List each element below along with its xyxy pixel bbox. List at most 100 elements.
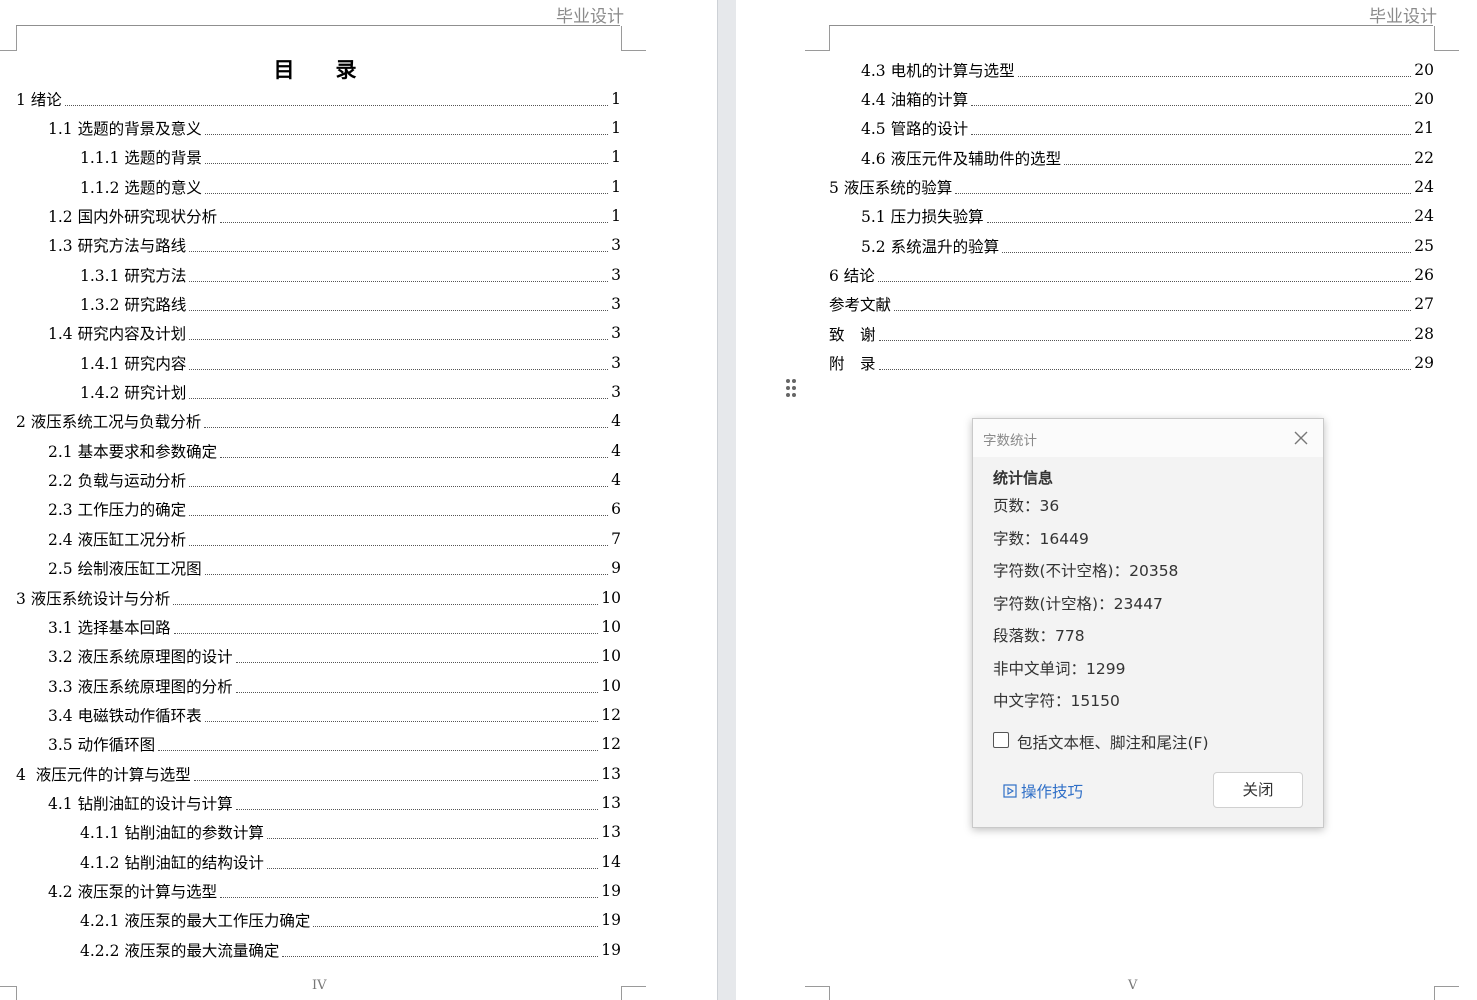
toc-entry-label: 2.4 液压缸工况分析 — [48, 530, 187, 549]
toc-leader-dots — [204, 708, 599, 722]
dialog-title: 字数统计 — [983, 433, 1037, 449]
toc-entry[interactable]: 3.4 电磁铁动作循环表 12 — [16, 700, 621, 729]
toc-entry-label: 1.3.1 研究方法 — [80, 266, 187, 285]
toc-entry-label: 2.1 基本要求和参数确定 — [48, 442, 218, 461]
toc-entry[interactable]: 1.4 研究内容及计划 3 — [16, 319, 621, 348]
include-textbox-footnote-label[interactable]: 包括文本框、脚注和尾注(F) — [1017, 731, 1209, 753]
toc-leader-dots — [1002, 239, 1412, 253]
toc-entry[interactable]: 3.5 动作循环图 12 — [16, 730, 621, 759]
toc-entry-label: 4.5 管路的设计 — [861, 120, 969, 139]
toc-entry[interactable]: 4 液压元件的计算与选型 13 — [16, 759, 621, 788]
toc-entry-label: 4.6 液压元件及辅助件的选型 — [861, 149, 1062, 168]
toc-entry[interactable]: 附 录 29 — [829, 348, 1434, 377]
toc-entry[interactable]: 1.3.1 研究方法 3 — [16, 260, 621, 289]
toc-entry[interactable]: 4.6 液压元件及辅助件的选型 22 — [829, 143, 1434, 172]
toc-entry[interactable]: 1.4.1 研究内容 3 — [16, 348, 621, 377]
toc-leader-dots — [220, 209, 609, 224]
toc-leader-dots — [204, 414, 609, 429]
toc-entry-page: 1 — [611, 177, 621, 196]
toc-entry-page: 28 — [1414, 324, 1434, 343]
toc-entry[interactable]: 3.2 液压系统原理图的设计 10 — [16, 642, 621, 671]
toc-entry[interactable]: 4.3 电机的计算与选型 20 — [829, 55, 1434, 84]
stat-label: 非中文单词： — [993, 659, 1087, 678]
toc-entry[interactable]: 2.4 液压缸工况分析 7 — [16, 524, 621, 553]
crop-mark-top-left — [0, 26, 17, 51]
toc-entry[interactable]: 3.3 液压系统原理图的分析 10 — [16, 671, 621, 700]
toc-entry[interactable]: 5 液压系统的验算 24 — [829, 172, 1434, 201]
toc-entry-label: 1.4.2 研究计划 — [80, 384, 187, 403]
crop-mark-top-right — [621, 26, 646, 51]
crop-mark-bottom-right — [1434, 986, 1459, 1000]
toc-leader-dots — [266, 855, 599, 869]
toc-entry[interactable]: 4.2.1 液压泵的最大工作压力确定 19 — [16, 906, 621, 935]
toc-entry-label: 参考文献 — [829, 296, 892, 315]
stat-label: 字符数(不计空格)： — [993, 562, 1130, 580]
toc-entry-label: 1.1.1 选题的背景 — [80, 149, 202, 168]
toc-entry[interactable]: 2.1 基本要求和参数确定 4 — [16, 436, 621, 465]
toc-entry[interactable]: 4.2.2 液压泵的最大流量确定 19 — [16, 935, 621, 964]
toc-entry[interactable]: 1.1.1 选题的背景 1 — [16, 143, 621, 172]
toc-entry-label: 5 液压系统的验算 — [829, 179, 953, 198]
toc-leader-dots — [971, 121, 1412, 136]
toc-entry-page: 3 — [611, 383, 621, 402]
header-rule — [829, 25, 1433, 26]
tips-link[interactable]: 操作技巧 — [1003, 780, 1083, 802]
toc-entry[interactable]: 1.1 选题的背景及意义 1 — [16, 113, 621, 142]
toc-entry[interactable]: 1.1.2 选题的意义 1 — [16, 172, 621, 201]
toc-leader-dots — [189, 356, 609, 370]
close-button[interactable]: 关闭 — [1213, 772, 1303, 808]
toc-entry-page: 1 — [611, 119, 621, 138]
toc-entry[interactable]: 1.4.2 研究计划 3 — [16, 377, 621, 406]
toc-leader-dots — [204, 150, 609, 165]
toc-entry[interactable]: 1.3 研究方法与路线 3 — [16, 231, 621, 260]
toc-entry[interactable]: 1.2 国内外研究现状分析 1 — [16, 201, 621, 230]
toc-leader-dots — [173, 591, 599, 605]
stat-value: 20358 — [1129, 562, 1179, 580]
close-icon[interactable] — [1291, 428, 1311, 448]
toc-entry[interactable]: 4.1.2 钻削油缸的结构设计 14 — [16, 847, 621, 876]
dialog-titlebar[interactable]: 字数统计 — [973, 419, 1323, 457]
toc-entry[interactable]: 4.1.1 钻削油缸的参数计算 13 — [16, 818, 621, 847]
toc-leader-dots — [204, 180, 609, 194]
stat-value: 1299 — [1086, 659, 1126, 678]
toc-entry[interactable]: 6 结论 26 — [829, 260, 1434, 289]
toc-entry[interactable]: 1 绪论 1 — [16, 84, 621, 113]
toc-entry-label: 1.2 国内外研究现状分析 — [48, 208, 218, 227]
toc-entry[interactable]: 4.1 钻削油缸的设计与计算 13 — [16, 788, 621, 817]
toc-entry[interactable]: 1.3.2 研究路线 3 — [16, 289, 621, 318]
stat-row: 字符数(计空格)：23447 — [993, 592, 1163, 614]
toc-entry[interactable]: 5.2 系统温升的验算 25 — [829, 231, 1434, 260]
toc-entry[interactable]: 4.5 管路的设计 21 — [829, 114, 1434, 143]
toc-entry-label: 1.3.2 研究路线 — [80, 296, 187, 315]
toc-entry[interactable]: 3 液压系统设计与分析 10 — [16, 583, 621, 612]
toc-entry-label: 2.5 绘制液压缸工况图 — [48, 560, 202, 579]
toc-entry[interactable]: 致 谢 28 — [829, 319, 1434, 348]
toc-entry[interactable]: 参考文献 27 — [829, 290, 1434, 319]
toc-entry-page: 20 — [1414, 60, 1434, 79]
toc-entry[interactable]: 2.5 绘制液压缸工况图 9 — [16, 554, 621, 583]
toc-entry[interactable]: 4.4 油箱的计算 20 — [829, 84, 1434, 113]
toc-entry-label: 4.4 油箱的计算 — [861, 91, 969, 110]
toc-entry-label: 4.1.2 钻削油缸的结构设计 — [80, 853, 264, 872]
toc-entry-label: 3.4 电磁铁动作循环表 — [48, 706, 202, 725]
toc-entry-page: 27 — [1414, 295, 1434, 314]
toc-entry[interactable]: 4.2 液压泵的计算与选型 19 — [16, 876, 621, 905]
stat-label: 段落数： — [993, 627, 1056, 645]
toc-entry[interactable]: 2.3 工作压力的确定 6 — [16, 495, 621, 524]
toc-entry-page: 9 — [611, 559, 621, 578]
toc-entry-page: 10 — [601, 647, 621, 666]
toc-entry[interactable]: 2.2 负载与运动分析 4 — [16, 465, 621, 494]
toc-entry-label: 3.1 选择基本回路 — [48, 618, 171, 637]
toc-leader-dots — [235, 649, 599, 664]
drag-handle-icon[interactable] — [784, 378, 798, 400]
toc-entry[interactable]: 3.1 选择基本回路 10 — [16, 612, 621, 641]
toc-entry[interactable]: 2 液压系统工况与负载分析 4 — [16, 407, 621, 436]
page-header-text: 毕业设计 — [1369, 7, 1437, 27]
toc-entry-page: 3 — [611, 353, 621, 372]
toc-entry-label: 3 液压系统设计与分析 — [16, 589, 171, 608]
include-textbox-footnote-checkbox[interactable] — [993, 732, 1009, 748]
toc-entry-label: 2.2 负载与运动分析 — [48, 472, 187, 491]
toc-entry-page: 4 — [611, 441, 621, 460]
toc-entry[interactable]: 5.1 压力损失验算 24 — [829, 202, 1434, 231]
toc-leader-dots — [282, 943, 599, 957]
